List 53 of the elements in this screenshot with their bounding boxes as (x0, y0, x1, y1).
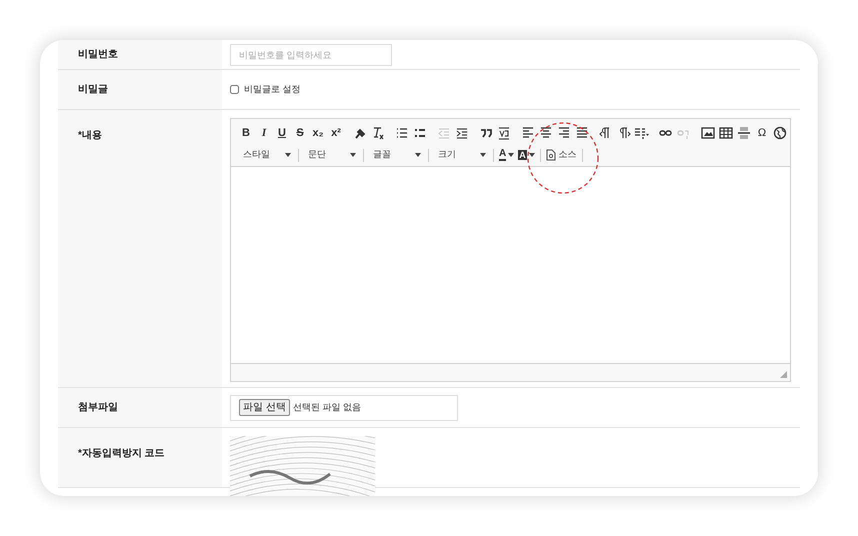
div-block-icon (497, 126, 511, 140)
caret-icon (528, 153, 535, 157)
align-justify-icon (575, 126, 589, 140)
right-to-left-icon (617, 126, 631, 140)
rich-text-editor[interactable]: B I U S x₂ x² Ω 스타일 문단 글꼴 크기 A A 소스 (230, 118, 791, 382)
align-center-icon (539, 126, 553, 140)
format-button[interactable]: U (273, 124, 291, 142)
caret-icon (480, 153, 486, 157)
resize-handle-icon (780, 371, 787, 378)
file-select-button[interactable]: 파일 선택 (239, 399, 290, 416)
indent-icon (455, 126, 469, 140)
format-button[interactable]: x² (327, 124, 345, 142)
file-input-field[interactable]: 파일 선택 선택된 파일 없음 (230, 394, 458, 420)
align-left-icon (521, 126, 535, 140)
format-button[interactable]: I (255, 124, 273, 142)
field-label: 비밀글 (78, 83, 108, 97)
align-right-icon (557, 126, 571, 140)
clear-format-icon (371, 126, 385, 140)
caret-icon (350, 153, 356, 157)
format-button[interactable]: S (291, 124, 309, 142)
text-color-button[interactable]: A (497, 146, 516, 164)
dropdown[interactable]: 크기 (432, 146, 490, 164)
checkbox[interactable] (230, 85, 239, 94)
source-button[interactable]: 소스 (544, 146, 579, 164)
quote-icon (479, 126, 493, 140)
file-status: 선택된 파일 없음 (292, 400, 361, 414)
toolbar-button[interactable] (771, 124, 789, 142)
dropdown[interactable]: 글꼴 (367, 146, 425, 164)
outdent-icon (437, 126, 451, 140)
globe-icon (773, 126, 787, 140)
document-icon (546, 149, 556, 161)
background-color-button[interactable]: A (516, 146, 537, 164)
omega-button[interactable]: Ω (753, 124, 771, 142)
horizontal-line-icon (737, 126, 751, 140)
checkbox-label: 비밀글로 설정 (244, 82, 301, 96)
dropdown[interactable]: 스타일 (237, 146, 295, 164)
toolbar-button[interactable] (735, 124, 753, 142)
field-label: *자동입력방지 코드 (78, 448, 165, 459)
format-button[interactable]: B (237, 124, 255, 142)
password-field[interactable]: 비밀번호를 입력하세요 (230, 44, 392, 66)
caret-icon (415, 153, 421, 157)
table-icon (719, 126, 733, 140)
field-label: 첨부파일 (78, 401, 118, 415)
caret-icon (508, 153, 514, 157)
image-icon (701, 126, 715, 140)
field-label: 비밀번호 (78, 48, 118, 62)
format-button[interactable]: x₂ (309, 124, 327, 142)
field-label: *내용 (78, 130, 102, 141)
dropdown[interactable]: 문단 (302, 146, 360, 164)
bullet-list-icon (413, 126, 427, 140)
caret-icon (285, 153, 291, 157)
language-icon (634, 126, 650, 140)
numbered-list-icon (395, 126, 409, 140)
